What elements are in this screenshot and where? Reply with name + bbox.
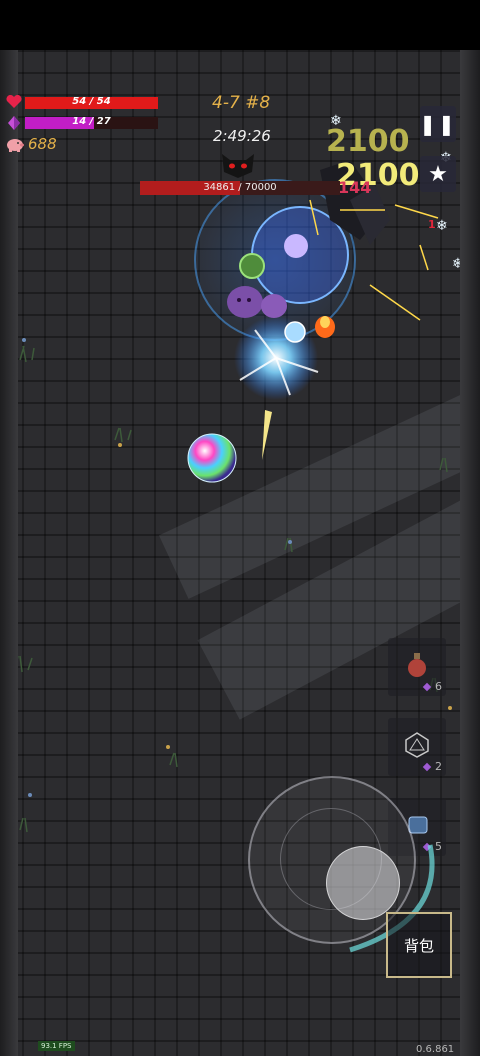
item-slot-potion[interactable]: 6 [388, 638, 446, 696]
damage-number: 2100 [326, 124, 410, 159]
boss-skull-icon [222, 154, 254, 178]
slot-count-gem [422, 762, 432, 772]
pause-icon: ❚❚ [419, 112, 457, 136]
health-bar: 54 / 54 [25, 96, 158, 109]
svg-text:❄: ❄ [436, 218, 448, 234]
fps-counter: 93.1 FPS [38, 1041, 75, 1051]
bag-button[interactable]: 背包 [386, 912, 452, 978]
slot-count-gem [422, 682, 432, 692]
item-count: 2 [435, 760, 442, 773]
mana-bar: 14 / 27 [25, 116, 158, 129]
damage-number: 1 [428, 218, 436, 231]
boss-health-text: 34861 / 70000 [203, 182, 277, 193]
health-text: 54 / 54 [72, 96, 111, 107]
version-label: 0.6.861 [416, 1044, 455, 1055]
item-count: 6 [435, 680, 442, 693]
star-icon: ★ [428, 161, 448, 187]
mana-crystal-icon [8, 116, 20, 130]
coin-count: 688 [28, 135, 57, 153]
pause-button[interactable]: ❚❚ [419, 106, 457, 142]
boss-health-bar: 34861 / 70000 [140, 181, 340, 195]
potion-icon [408, 653, 426, 677]
piggy-bank-icon [7, 139, 24, 152]
run-timer: 2:49:26 [213, 127, 271, 145]
favorite-button[interactable]: ★ [420, 156, 456, 192]
mana-text: 14 / 27 [72, 116, 111, 127]
left-wall [0, 50, 18, 1056]
heart-icon [6, 95, 22, 108]
stage-label: 4-7 #8 [212, 93, 271, 113]
dice-icon [405, 732, 429, 758]
right-wall [460, 50, 480, 1056]
light-shard [262, 410, 272, 460]
item-slot-dice[interactable]: 2 [388, 718, 446, 776]
top-black-bar [0, 0, 480, 50]
damage-number: 144 [338, 178, 372, 197]
